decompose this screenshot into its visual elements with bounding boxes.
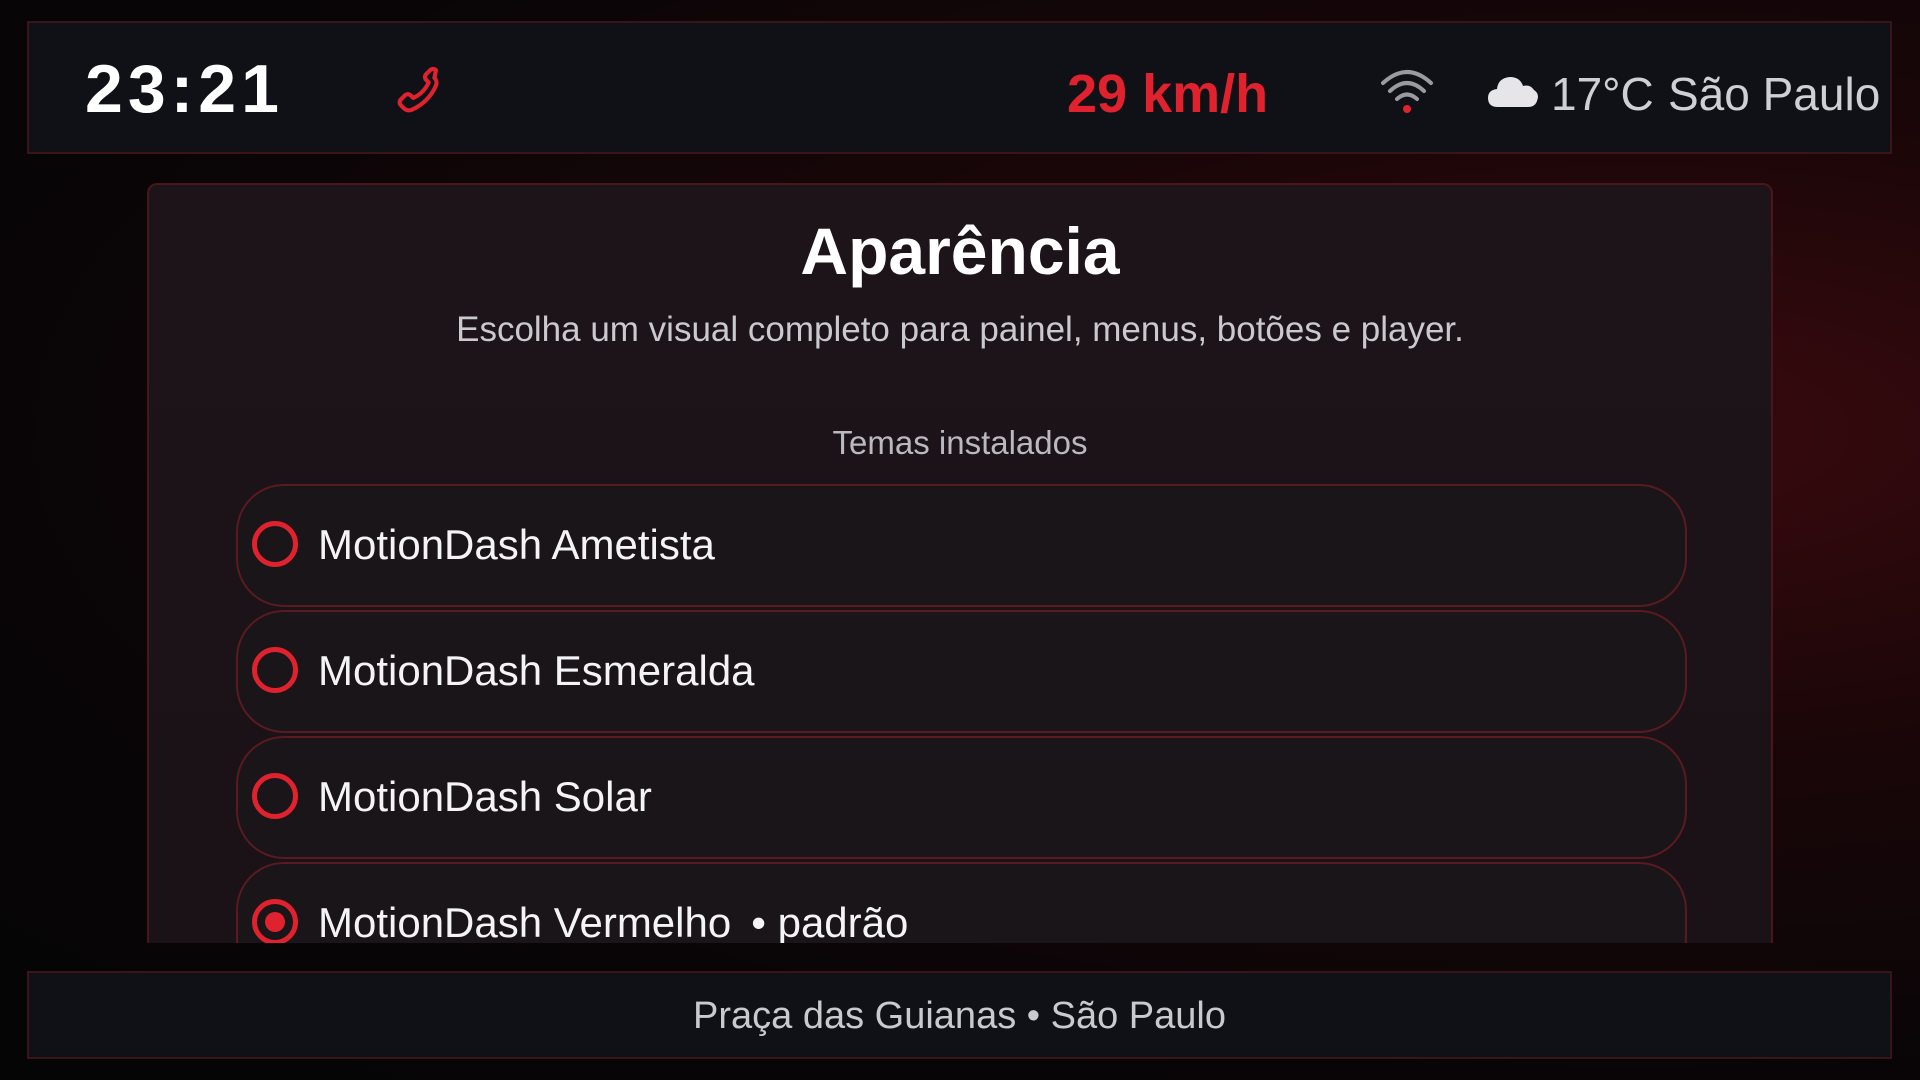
dashboard-screen: 23:21 29 km/h 17°C São Paulo Aparência E… bbox=[0, 0, 1920, 1080]
theme-name-row: MotionDash Vermelho • padrão bbox=[318, 899, 909, 944]
theme-option-esmeralda[interactable]: MotionDash Esmeralda bbox=[236, 610, 1687, 733]
radio-button[interactable] bbox=[252, 773, 298, 819]
section-label-installed-themes: Temas instalados bbox=[832, 424, 1088, 461]
theme-option-ametista[interactable]: MotionDash Ametista bbox=[236, 484, 1687, 607]
city-name: São Paulo bbox=[1668, 68, 1881, 120]
theme-list: MotionDash Ametista MotionDash Esmeralda… bbox=[236, 484, 1687, 943]
default-theme-tag: • padrão bbox=[751, 899, 909, 944]
phone-icon[interactable] bbox=[383, 61, 445, 123]
theme-name: MotionDash Vermelho bbox=[318, 899, 732, 944]
theme-name: MotionDash Solar bbox=[318, 773, 652, 820]
theme-option-solar[interactable]: MotionDash Solar bbox=[236, 736, 1687, 859]
temperature: 17°C bbox=[1551, 68, 1654, 120]
clock: 23:21 bbox=[85, 51, 284, 127]
radio-button[interactable] bbox=[252, 521, 298, 567]
radio-button-selected[interactable] bbox=[252, 899, 298, 943]
page-title: Aparência bbox=[800, 214, 1120, 288]
speed-readout: 29 km/h bbox=[1067, 64, 1269, 124]
page-subtitle: Escolha um visual completo para painel, … bbox=[456, 310, 1464, 349]
status-bar: 23:21 29 km/h 17°C São Paulo bbox=[27, 21, 1892, 154]
current-location: Praça das Guianas • São Paulo bbox=[693, 995, 1226, 1037]
wifi-icon bbox=[1381, 70, 1433, 113]
theme-option-vermelho[interactable]: MotionDash Vermelho • padrão bbox=[236, 862, 1687, 943]
appearance-panel: Aparência Escolha um visual completo par… bbox=[147, 183, 1773, 943]
theme-name: MotionDash Esmeralda bbox=[318, 647, 755, 694]
cloud-icon bbox=[1488, 77, 1538, 107]
location-bar: Praça das Guianas • São Paulo bbox=[27, 971, 1892, 1059]
radio-button[interactable] bbox=[252, 647, 298, 693]
theme-name: MotionDash Ametista bbox=[318, 521, 715, 568]
